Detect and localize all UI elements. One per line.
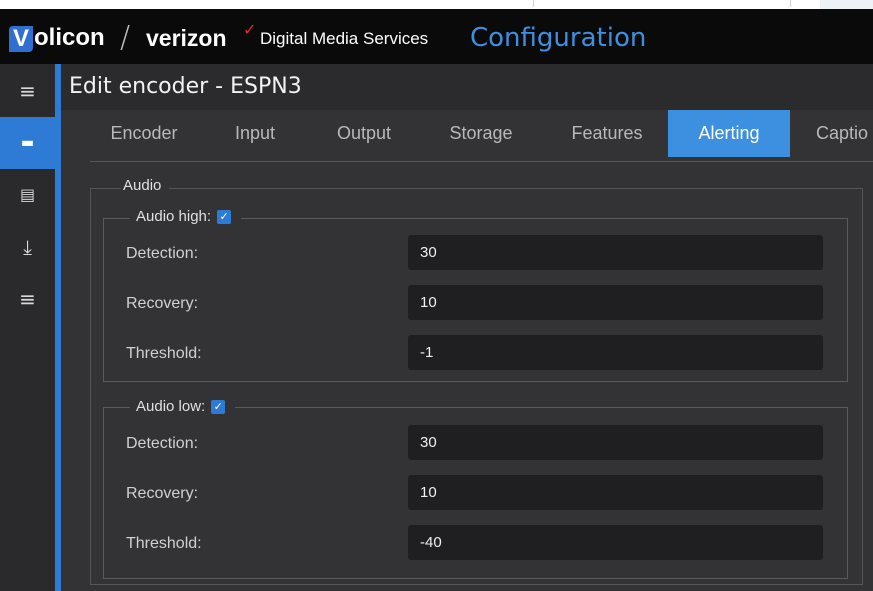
sidebar: ≡ ▬ ▤ ⤓ ≡: [0, 64, 55, 591]
audio-low-threshold-field[interactable]: [408, 525, 823, 560]
audio-low-checkbox[interactable]: ✓: [211, 399, 226, 414]
tab-alerting[interactable]: Alerting: [668, 110, 790, 157]
tab-output[interactable]: Output: [312, 110, 416, 157]
audio-low-detection-field[interactable]: [408, 425, 823, 460]
audio-low-threshold-label: Threshold:: [126, 535, 202, 552]
page-title-bar: Edit encoder - ESPN3: [61, 64, 873, 110]
top-strip-corner: [820, 0, 873, 9]
audio-high-recovery-field[interactable]: [408, 285, 823, 320]
audio-high-legend: Audio high: ✓: [130, 208, 242, 225]
audio-high-checkbox[interactable]: ✓: [217, 209, 232, 224]
audio-low-recovery-field[interactable]: [408, 475, 823, 510]
logo-separator: /: [120, 20, 131, 55]
verizon-check-icon: ✓: [243, 22, 257, 39]
top-strip: [0, 0, 873, 9]
list-icon: ≡: [19, 287, 36, 311]
id-card-icon: ▤: [19, 185, 36, 204]
audio-high-threshold-label: Threshold:: [126, 345, 202, 362]
sidebar-item-menu[interactable]: ≡: [0, 65, 55, 117]
sidebar-item-download[interactable]: ⤓: [0, 221, 55, 273]
volicon-logo-text: olicon: [34, 24, 105, 51]
audio-high-detection-label: Detection:: [126, 245, 199, 262]
encoder-icon: ▬: [20, 135, 35, 151]
app-subtitle: Digital Media Services: [260, 29, 429, 48]
tab-input[interactable]: Input: [198, 110, 312, 157]
audio-high-label: Audio high:: [136, 208, 212, 225]
sidebar-item-id-card[interactable]: ▤: [0, 169, 55, 221]
tab-storage[interactable]: Storage: [416, 110, 546, 157]
top-strip-divider: [790, 0, 791, 7]
audio-high-threshold-field[interactable]: [408, 335, 823, 370]
audio-legend: Audio: [121, 177, 170, 194]
page-title: Edit encoder - ESPN3: [69, 74, 302, 99]
download-icon: ⤓: [23, 235, 32, 259]
tab-bar: Encoder Input Output Storage Features Al…: [61, 110, 873, 157]
audio-high-detection-field[interactable]: [408, 235, 823, 270]
audio-high-recovery-label: Recovery:: [126, 295, 199, 312]
sidebar-item-list[interactable]: ≡: [0, 273, 55, 325]
audio-low-recovery-label: Recovery:: [126, 485, 199, 502]
menu-icon: ≡: [19, 79, 36, 103]
tab-features[interactable]: Features: [546, 110, 668, 157]
audio-low-label: Audio low:: [136, 398, 206, 415]
volicon-logo-mark: V: [9, 25, 33, 52]
audio-low-legend: Audio low: ✓: [130, 398, 236, 415]
section-title[interactable]: Configuration: [470, 23, 646, 53]
sidebar-item-encoders[interactable]: ▬: [0, 117, 55, 169]
main-panel: Edit encoder - ESPN3 Encoder Input Outpu…: [61, 64, 873, 591]
verizon-logo-text: verizon: [146, 25, 227, 51]
tab-encoder[interactable]: Encoder: [90, 110, 198, 157]
tab-divider: [90, 161, 873, 162]
tab-captions[interactable]: Captio: [790, 110, 873, 157]
app-header: V olicon / verizon ✓ Digital Media Servi…: [0, 9, 873, 64]
audio-low-detection-label: Detection:: [126, 435, 199, 452]
top-strip-divider: [533, 0, 534, 7]
